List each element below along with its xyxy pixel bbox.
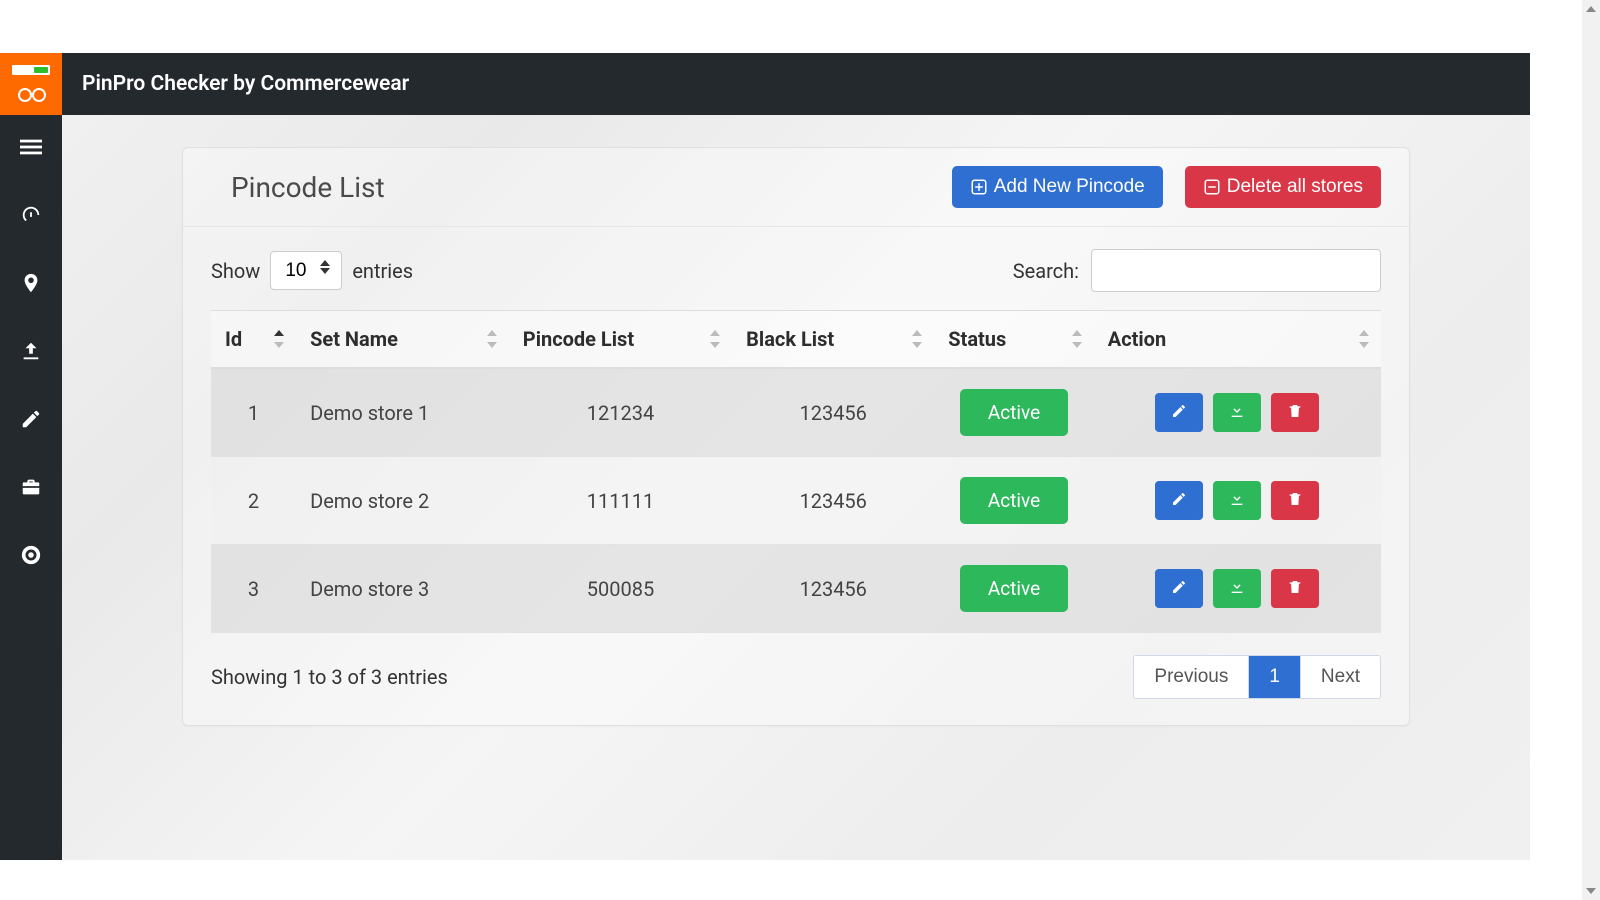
th-set-name[interactable]: Set Name: [296, 311, 509, 369]
entries-label: entries: [352, 259, 413, 283]
upload-icon[interactable]: [17, 337, 45, 365]
table-info: Showing 1 to 3 of 3 entries: [211, 665, 448, 689]
pencil-icon: [1171, 403, 1187, 422]
download-row-button[interactable]: [1213, 393, 1261, 432]
delete-row-button[interactable]: [1271, 481, 1319, 520]
cell-action: [1094, 457, 1381, 545]
location-pin-icon[interactable]: [17, 269, 45, 297]
vertical-scrollbar[interactable]: [1582, 0, 1600, 900]
cell-action: [1094, 368, 1381, 457]
cell-pincode: 500085: [509, 545, 732, 633]
topbar: PinPro Checker by Commercewear: [0, 53, 1530, 115]
cell-id: 1: [211, 368, 296, 457]
cell-blacklist: 123456: [732, 457, 934, 545]
status-badge: Active: [960, 477, 1068, 524]
cell-status: Active: [934, 545, 1094, 633]
th-action[interactable]: Action: [1094, 311, 1381, 369]
edit-icon[interactable]: [17, 405, 45, 433]
prev-page-button[interactable]: Previous: [1134, 656, 1248, 698]
th-status[interactable]: Status: [934, 311, 1094, 369]
add-pincode-button[interactable]: Add New Pincode: [952, 166, 1163, 208]
page-1-button[interactable]: 1: [1248, 656, 1300, 698]
dashboard-icon[interactable]: [17, 201, 45, 229]
search-input[interactable]: [1091, 249, 1381, 292]
header-actions: Add New Pincode Delete all stores: [952, 166, 1381, 208]
cell-status: Active: [934, 368, 1094, 457]
scroll-up-arrow-icon[interactable]: [1582, 0, 1600, 18]
th-pincode-list[interactable]: Pincode List: [509, 311, 732, 369]
download-icon: [1229, 579, 1245, 598]
next-page-button[interactable]: Next: [1300, 656, 1380, 698]
edit-row-button[interactable]: [1155, 569, 1203, 608]
briefcase-icon[interactable]: [17, 473, 45, 501]
app-window: PinPro Checker by Commercewear: [0, 53, 1530, 860]
trash-icon: [1287, 403, 1303, 422]
trash-icon: [1287, 491, 1303, 510]
delete-all-button[interactable]: Delete all stores: [1185, 166, 1381, 208]
edit-row-button[interactable]: [1155, 393, 1203, 432]
cell-status: Active: [934, 457, 1094, 545]
menu-toggle-icon[interactable]: [17, 133, 45, 161]
add-pincode-label: Add New Pincode: [994, 176, 1145, 198]
length-control: Show 10 entries: [211, 251, 413, 290]
status-badge: Active: [960, 565, 1068, 612]
table-footer: Showing 1 to 3 of 3 entries Previous 1 N…: [211, 655, 1381, 699]
table-row: 3Demo store 3500085123456 Active: [211, 545, 1381, 633]
card-header: Pincode List Add New Pincode Delete all …: [183, 148, 1409, 227]
app-title: PinPro Checker by Commercewear: [82, 72, 409, 96]
th-black-list[interactable]: Black List: [732, 311, 934, 369]
pencil-icon: [1171, 491, 1187, 510]
pencil-icon: [1171, 579, 1187, 598]
card-title: Pincode List: [231, 171, 385, 204]
th-id[interactable]: Id: [211, 311, 296, 369]
cell-pincode: 121234: [509, 368, 732, 457]
cell-id: 2: [211, 457, 296, 545]
delete-row-button[interactable]: [1271, 569, 1319, 608]
sidebar: [0, 115, 62, 860]
cell-set-name: Demo store 3: [296, 545, 509, 633]
table-row: 1Demo store 1121234123456 Active: [211, 368, 1381, 457]
table-controls: Show 10 entries Search:: [211, 249, 1381, 292]
cell-action: [1094, 545, 1381, 633]
page-length-select[interactable]: 10: [270, 251, 342, 290]
support-icon[interactable]: [17, 541, 45, 569]
download-row-button[interactable]: [1213, 569, 1261, 608]
scroll-down-arrow-icon[interactable]: [1582, 882, 1600, 900]
search-control: Search:: [1013, 249, 1381, 292]
show-label: Show: [211, 259, 260, 283]
cell-id: 3: [211, 545, 296, 633]
search-label: Search:: [1013, 259, 1079, 283]
status-badge: Active: [960, 389, 1068, 436]
app-logo[interactable]: [0, 53, 62, 115]
delete-row-button[interactable]: [1271, 393, 1319, 432]
pincode-table: Id Set Name Pincode List Black List Stat…: [211, 310, 1381, 633]
cell-set-name: Demo store 1: [296, 368, 509, 457]
trash-icon: [1287, 579, 1303, 598]
delete-all-label: Delete all stores: [1227, 176, 1363, 198]
download-icon: [1229, 403, 1245, 422]
cell-blacklist: 123456: [732, 545, 934, 633]
cell-pincode: 111111: [509, 457, 732, 545]
edit-row-button[interactable]: [1155, 481, 1203, 520]
cell-set-name: Demo store 2: [296, 457, 509, 545]
pagination: Previous 1 Next: [1133, 655, 1381, 699]
cell-blacklist: 123456: [732, 368, 934, 457]
main-content: Pincode List Add New Pincode Delete all …: [62, 115, 1530, 860]
pincode-card: Pincode List Add New Pincode Delete all …: [182, 147, 1410, 726]
download-icon: [1229, 491, 1245, 510]
table-row: 2Demo store 2111111123456 Active: [211, 457, 1381, 545]
download-row-button[interactable]: [1213, 481, 1261, 520]
